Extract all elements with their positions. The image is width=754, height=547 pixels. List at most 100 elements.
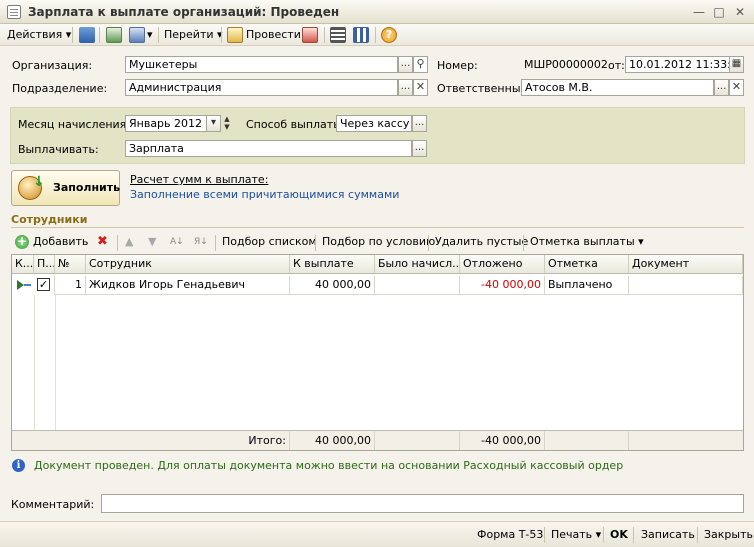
chevron-down-icon[interactable]: ▾ xyxy=(147,26,153,44)
toolbar-separator xyxy=(603,527,604,543)
responsible-field[interactable]: Атосов М.В. xyxy=(521,79,714,96)
delete-empty-button[interactable]: Удалить пустые xyxy=(435,234,528,250)
help-icon[interactable]: ? xyxy=(381,27,397,43)
refresh-icon[interactable] xyxy=(106,27,122,43)
column-header[interactable]: Было начисл... xyxy=(375,255,460,274)
close-button[interactable]: Закрыть xyxy=(704,527,753,543)
toolbar-separator xyxy=(215,235,216,251)
toolbar-separator xyxy=(324,27,325,43)
column-header[interactable]: Документ xyxy=(629,255,743,274)
row-accrued[interactable] xyxy=(375,276,460,295)
toolbar-separator xyxy=(117,235,118,251)
bottom-bar: Форма Т-53 Печать ▾ OK Записать Закрыть xyxy=(0,521,754,547)
toolbar-separator xyxy=(315,235,316,251)
payment-method-label: Способ выплаты: xyxy=(246,118,346,131)
pick-condition-button[interactable]: Подбор по условию xyxy=(322,234,435,250)
form-t53-button[interactable]: Форма Т-53 xyxy=(477,527,543,543)
payment-method-field[interactable]: Через кассу xyxy=(336,115,412,132)
date-field[interactable]: 10.01.2012 11:33:18 xyxy=(625,56,730,73)
comment-field[interactable] xyxy=(101,494,744,513)
row-deferred[interactable]: -40 000,00 xyxy=(460,276,545,295)
date-from-label: от: xyxy=(608,59,625,72)
search-icon[interactable]: ⚲ xyxy=(413,56,428,73)
table-row[interactable]: ✓ 1 Жидков Игорь Генадьевич 40 000,00 -4… xyxy=(12,276,743,295)
save-button[interactable]: Записать xyxy=(641,527,695,543)
row-employee[interactable]: Жидков Игорь Генадьевич xyxy=(86,276,290,295)
delete-icon[interactable]: ✖ xyxy=(97,234,108,250)
move-down-icon[interactable]: ▼ xyxy=(148,234,156,250)
fill-all-link[interactable]: Заполнение всеми причитающимися суммами xyxy=(130,188,399,201)
post-icon xyxy=(227,27,243,43)
toolbar-separator xyxy=(523,235,524,251)
save-document-icon[interactable] xyxy=(79,27,95,43)
column-header[interactable]: К выплате xyxy=(290,255,375,274)
goto-label: Перейти xyxy=(164,28,214,41)
pay-type-select-button[interactable]: ... xyxy=(412,140,427,157)
list-icon[interactable] xyxy=(330,27,346,43)
grid-line xyxy=(55,295,56,430)
copy-document-icon[interactable] xyxy=(129,27,145,43)
window-title: Зарплата к выплате организаций: Проведен xyxy=(28,5,340,19)
totals-mark xyxy=(545,430,629,450)
maximize-icon[interactable]: □ xyxy=(712,5,726,19)
column-header[interactable]: П... xyxy=(34,255,55,274)
movements-icon[interactable] xyxy=(302,27,318,43)
column-header[interactable]: № xyxy=(55,255,86,274)
totals-amount: 40 000,00 xyxy=(290,430,375,450)
totals-accrued xyxy=(375,430,460,450)
department-field[interactable]: Администрация xyxy=(125,79,398,96)
sort-desc-icon[interactable]: Я↓ xyxy=(194,234,208,250)
main-toolbar: Действия ▾ ▾ Перейти ▾ Провести ? xyxy=(0,24,754,46)
post-button[interactable]: Провести xyxy=(246,26,301,44)
row-mark[interactable]: Выплачено xyxy=(545,276,629,295)
row-document[interactable] xyxy=(629,276,743,295)
month-field[interactable]: Январь 2012 xyxy=(125,115,207,132)
row-amount[interactable]: 40 000,00 xyxy=(290,276,375,295)
clear-icon[interactable]: ✕ xyxy=(729,79,744,96)
row-marker-icon xyxy=(24,284,31,286)
department-select-button[interactable]: ... xyxy=(398,79,413,96)
title-bar: Зарплата к выплате организаций: Проведен… xyxy=(0,0,754,24)
column-header[interactable]: Отметка xyxy=(545,255,629,274)
fill-button-label: Заполнить xyxy=(53,181,121,194)
goto-menu[interactable]: Перейти ▾ xyxy=(164,26,223,44)
payment-method-select-button[interactable]: ... xyxy=(412,115,427,132)
structure-icon[interactable] xyxy=(353,27,369,43)
toolbar-separator xyxy=(633,527,634,543)
grid-line xyxy=(34,295,35,430)
calc-sums-label: Расчет сумм к выплате: xyxy=(130,173,269,186)
organization-select-button[interactable]: ... xyxy=(398,56,413,73)
mark-payment-menu[interactable]: Отметка выплаты ▾ xyxy=(530,234,644,250)
move-up-icon[interactable]: ▲ xyxy=(125,234,133,250)
column-header[interactable]: Отложено xyxy=(460,255,545,274)
responsible-select-button[interactable]: ... xyxy=(714,79,729,96)
calendar-icon[interactable]: ▦ xyxy=(729,56,744,73)
number-label: Номер: xyxy=(437,59,478,72)
month-spinner[interactable]: ▲ ▼ xyxy=(221,115,233,132)
chevron-down-icon[interactable]: ▾ xyxy=(206,115,221,132)
pay-type-field[interactable]: Зарплата xyxy=(125,140,412,157)
organization-field[interactable]: Мушкетеры xyxy=(125,56,398,73)
ok-button[interactable]: OK xyxy=(610,527,628,543)
column-header[interactable]: К... xyxy=(12,255,34,274)
sort-asc-icon[interactable]: A↓ xyxy=(170,234,184,250)
number-value[interactable]: МШР00000002 xyxy=(524,58,608,71)
toolbar-separator xyxy=(158,27,159,43)
print-menu[interactable]: Печать ▾ xyxy=(551,527,601,543)
clear-icon[interactable]: ✕ xyxy=(413,79,428,96)
checkbox-cell: ✓ xyxy=(34,276,55,295)
pick-list-button[interactable]: Подбор списком xyxy=(222,234,317,250)
minimize-icon[interactable]: — xyxy=(692,5,706,19)
toolbar-separator xyxy=(544,527,545,543)
column-header[interactable]: Сотрудник xyxy=(86,255,290,274)
toolbar-separator xyxy=(697,527,698,543)
actions-menu[interactable]: Действия ▾ xyxy=(7,26,71,44)
add-icon: + xyxy=(15,234,29,249)
row-number: 1 xyxy=(55,276,86,295)
current-row-icon xyxy=(17,280,24,290)
add-button[interactable]: Добавить xyxy=(33,234,88,250)
close-icon[interactable]: ✕ xyxy=(733,5,747,19)
comment-label: Комментарий: xyxy=(11,498,95,511)
paid-checkbox[interactable]: ✓ xyxy=(37,278,50,291)
fill-button[interactable]: ↓ Заполнить xyxy=(11,170,120,206)
